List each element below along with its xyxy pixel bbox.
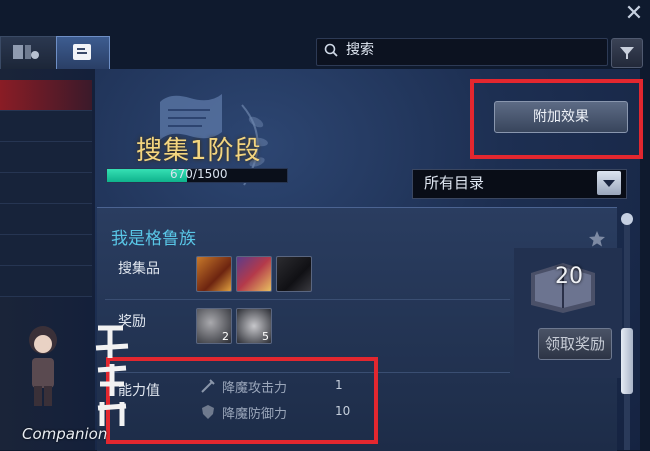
chevron-down-icon[interactable] xyxy=(597,171,621,195)
watermark-logo xyxy=(95,325,129,426)
sidebar-item[interactable] xyxy=(0,111,92,142)
watermark-text: Companion xyxy=(22,425,108,443)
sidebar-item[interactable] xyxy=(0,204,92,235)
reward-count: 5 xyxy=(262,330,269,343)
search-icon xyxy=(324,43,338,57)
tab-collection-list[interactable] xyxy=(0,36,57,70)
annotation-box xyxy=(470,79,643,159)
collectible-item[interactable] xyxy=(236,256,272,292)
entry-title: 我是格鲁族 xyxy=(111,229,196,249)
sidebar-item[interactable] xyxy=(0,142,92,173)
collectibles-label: 搜集品 xyxy=(118,261,160,277)
annotation-box xyxy=(106,357,378,444)
scroll-up-icon[interactable] xyxy=(621,213,633,225)
scroll-tab-icon xyxy=(73,44,91,60)
book-count: 20 xyxy=(555,264,583,289)
reward-count: 2 xyxy=(222,330,229,343)
tab-collection-scroll[interactable] xyxy=(56,36,110,69)
filter-icon xyxy=(620,47,634,59)
sidebar-item-active[interactable] xyxy=(0,80,92,111)
claim-reward-button[interactable]: 领取奖励 xyxy=(538,328,612,360)
divider xyxy=(105,299,510,300)
filter-button[interactable] xyxy=(611,38,643,68)
sidebar-item[interactable] xyxy=(0,235,92,266)
star-icon[interactable] xyxy=(588,230,606,248)
category-select-value: 所有目录 xyxy=(424,174,485,192)
scrollbar-thumb[interactable] xyxy=(621,328,633,394)
collection-stage-title: 搜集1阶段 xyxy=(136,136,262,166)
collectible-item[interactable] xyxy=(196,256,232,292)
close-icon[interactable]: ✕ xyxy=(622,2,646,26)
sidebar-item[interactable] xyxy=(0,173,92,204)
progress-text: 670/1500 xyxy=(170,167,228,181)
search-placeholder: 搜索 xyxy=(346,42,374,58)
book-grid-icon xyxy=(13,45,39,59)
watermark-character-icon xyxy=(29,326,57,406)
sidebar-item[interactable] xyxy=(0,266,92,297)
collectible-item[interactable] xyxy=(276,256,312,292)
